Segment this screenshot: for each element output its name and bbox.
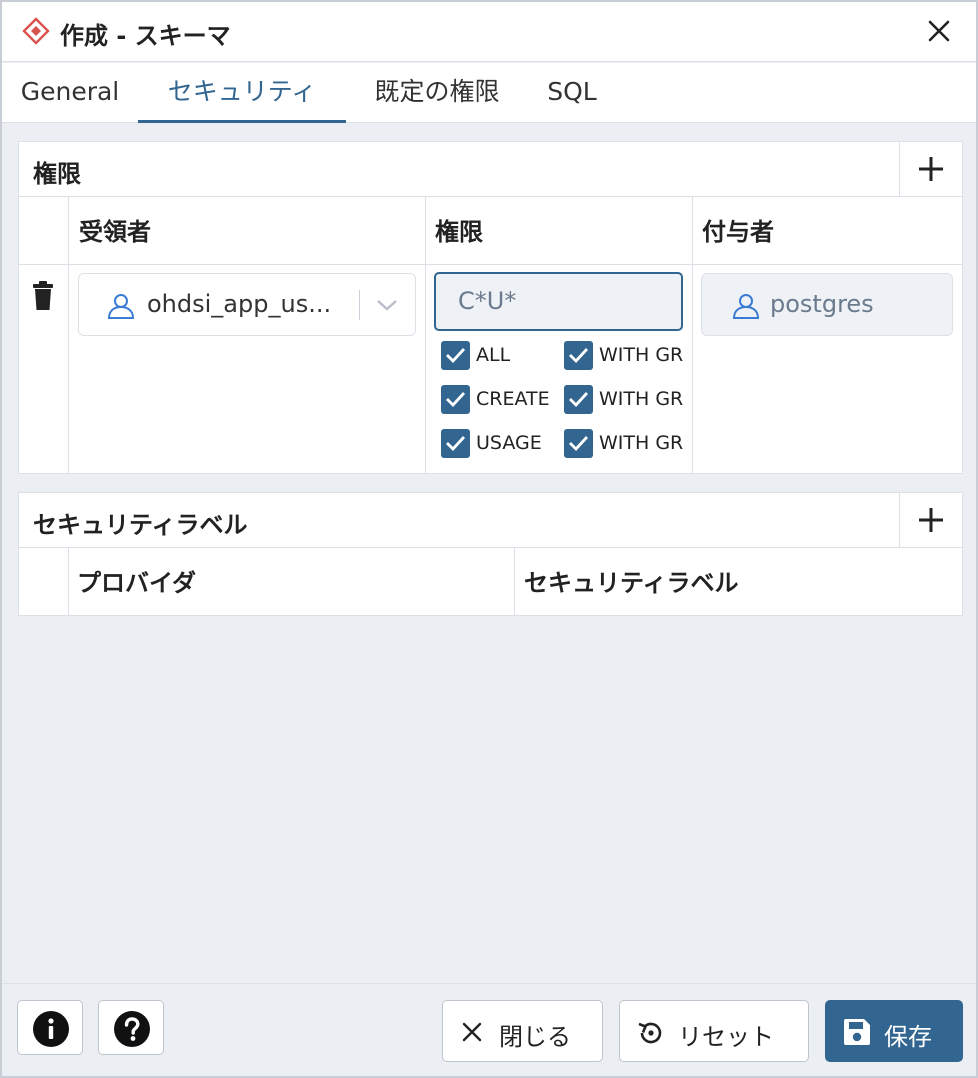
checkbox-all-label: ALL <box>476 344 511 366</box>
checkbox-create-with-grant[interactable] <box>564 385 593 414</box>
chevron-down-icon[interactable] <box>375 298 399 312</box>
security-labels-header: セキュリティラベル <box>19 493 962 548</box>
trash-icon[interactable] <box>32 281 54 311</box>
check-icon <box>446 392 466 408</box>
security-label-column-header: セキュリティラベル <box>524 569 739 597</box>
save-button-label: 保存 <box>884 1023 932 1051</box>
checkbox-usage-with-grant-label: WITH GR <box>599 432 684 454</box>
checkbox-create-label: CREATE <box>476 388 550 410</box>
security-labels-panel: セキュリティラベル プロバイダ セキュリティラベル <box>18 492 963 616</box>
tab-sql[interactable]: SQL <box>544 63 600 123</box>
privileges-title: 権限 <box>33 160 81 188</box>
grantee-select[interactable]: ohdsi_app_us... <box>78 273 416 336</box>
checkbox-usage-label: USAGE <box>476 432 542 454</box>
close-button[interactable]: 閉じる <box>442 1000 603 1062</box>
grantor-select: postgres <box>701 273 953 336</box>
help-icon <box>114 1011 150 1047</box>
save-icon <box>844 1019 870 1045</box>
grantee-column-header: 受領者 <box>79 218 151 246</box>
tab-bar: General セキュリティ 既定の権限 SQL <box>2 63 976 123</box>
check-icon <box>446 436 466 452</box>
check-icon <box>569 392 589 408</box>
plus-icon <box>919 508 943 532</box>
provider-column-header: プロバイダ <box>77 569 197 597</box>
checkbox-all-with-grant[interactable] <box>564 341 593 370</box>
dialog-footer: 閉じる リセット 保存 <box>2 983 976 1076</box>
grantor-value: postgres <box>770 290 874 318</box>
save-button[interactable]: 保存 <box>825 1000 963 1062</box>
close-icon[interactable] <box>924 16 954 46</box>
create-schema-dialog: 作成 - スキーマ General セキュリティ 既定の権限 SQL 権限 受領… <box>0 0 978 1078</box>
security-labels-title: セキュリティラベル <box>33 511 248 539</box>
tab-security[interactable]: セキュリティ <box>138 63 346 123</box>
user-icon <box>107 294 135 319</box>
check-icon <box>569 436 589 452</box>
user-icon <box>732 294 760 319</box>
grantor-column-header: 付与者 <box>702 218 774 246</box>
add-security-label-button[interactable] <box>899 493 962 548</box>
check-icon <box>446 348 466 364</box>
checkbox-create-with-grant-label: WITH GR <box>599 388 684 410</box>
reset-button[interactable]: リセット <box>619 1000 809 1062</box>
grantee-value: ohdsi_app_us... <box>147 290 332 318</box>
add-privilege-button[interactable] <box>899 142 962 197</box>
reset-button-label: リセット <box>678 1023 774 1051</box>
info-button[interactable] <box>17 1000 83 1055</box>
check-icon <box>569 348 589 364</box>
privileges-header: 権限 <box>19 142 962 197</box>
tab-general[interactable]: General <box>20 63 120 123</box>
checkbox-all-with-grant-label: WITH GR <box>599 344 684 366</box>
privilege-value: C*U* <box>458 287 517 315</box>
schema-icon <box>22 17 50 45</box>
close-button-label: 閉じる <box>499 1023 571 1051</box>
info-icon <box>33 1011 69 1047</box>
checkbox-usage-with-grant[interactable] <box>564 429 593 458</box>
checkbox-all[interactable] <box>441 341 470 370</box>
dialog-title: 作成 - スキーマ <box>60 22 231 50</box>
help-button[interactable] <box>98 1000 164 1055</box>
reset-icon <box>638 1022 662 1044</box>
tab-default-privileges[interactable]: 既定の権限 <box>366 63 508 123</box>
plus-icon <box>919 157 943 181</box>
privileges-column-header: 権限 <box>435 218 483 246</box>
checkbox-create[interactable] <box>441 385 470 414</box>
privilege-input[interactable]: C*U* <box>434 272 683 331</box>
x-icon <box>462 1022 482 1042</box>
title-bar: 作成 - スキーマ <box>2 2 976 62</box>
checkbox-usage[interactable] <box>441 429 470 458</box>
